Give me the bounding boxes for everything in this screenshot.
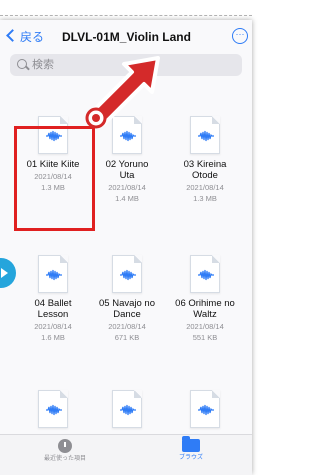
file-item[interactable]: 04 Ballet Lesson 2021/08/14 1.6 MB <box>16 255 90 342</box>
back-button[interactable]: 戻る <box>6 29 45 45</box>
back-label: 戻る <box>20 30 45 44</box>
audio-file-icon <box>112 390 142 428</box>
file-size: 1.6 MB <box>41 333 65 342</box>
folder-icon <box>182 436 200 452</box>
file-date: 2021/08/14 <box>186 322 224 331</box>
file-item[interactable] <box>16 390 90 428</box>
file-date: 2021/08/14 <box>108 183 146 192</box>
file-item[interactable]: 06 Orihime no Waltz 2021/08/14 551 KB <box>168 255 242 342</box>
audio-file-icon <box>38 255 68 293</box>
audio-file-icon <box>38 390 68 428</box>
file-item[interactable]: 05 Navajo no Dance 2021/08/14 671 KB <box>90 255 164 342</box>
tab-browse[interactable]: ブラウズ <box>156 436 226 462</box>
file-name: 05 Navajo no Dance <box>99 298 155 320</box>
file-size: 1.3 MB <box>193 194 217 203</box>
audio-file-icon <box>112 255 142 293</box>
clock-icon <box>58 439 72 453</box>
tap-pointer-icon <box>85 56 160 129</box>
tab-recents-label: 最近使った項目 <box>43 456 86 462</box>
file-size: 671 KB <box>114 333 140 342</box>
file-size: 551 KB <box>192 333 218 342</box>
file-date: 2021/08/14 <box>108 322 146 331</box>
highlight-box <box>14 126 95 231</box>
chevron-left-icon <box>6 29 19 42</box>
ellipsis-circle-icon[interactable]: ··· <box>232 28 248 44</box>
file-name: 03 Kireina Otode <box>183 159 227 181</box>
tab-recents[interactable]: 最近使った項目 <box>30 439 100 463</box>
play-arrow-icon <box>1 268 8 278</box>
file-size: 1.4 MB <box>115 194 139 203</box>
dashed-border <box>0 0 252 16</box>
file-item[interactable] <box>168 390 242 428</box>
file-item[interactable]: 03 Kireina Otode 2021/08/14 1.3 MB <box>168 116 242 203</box>
search-icon <box>17 59 27 69</box>
file-date: 2021/08/14 <box>186 183 224 192</box>
file-name: 04 Ballet Lesson <box>34 298 72 320</box>
file-item[interactable] <box>90 390 164 428</box>
file-name: 06 Orihime no Waltz <box>175 298 235 320</box>
audio-file-icon <box>190 116 220 154</box>
file-name: 02 Yoruno Uta <box>105 159 149 181</box>
file-date: 2021/08/14 <box>34 322 72 331</box>
audio-file-icon <box>190 390 220 428</box>
tab-browse-label: ブラウズ <box>178 455 203 461</box>
audio-file-icon <box>190 255 220 293</box>
tab-bar: 最近使った項目 ブラウズ <box>0 434 252 475</box>
